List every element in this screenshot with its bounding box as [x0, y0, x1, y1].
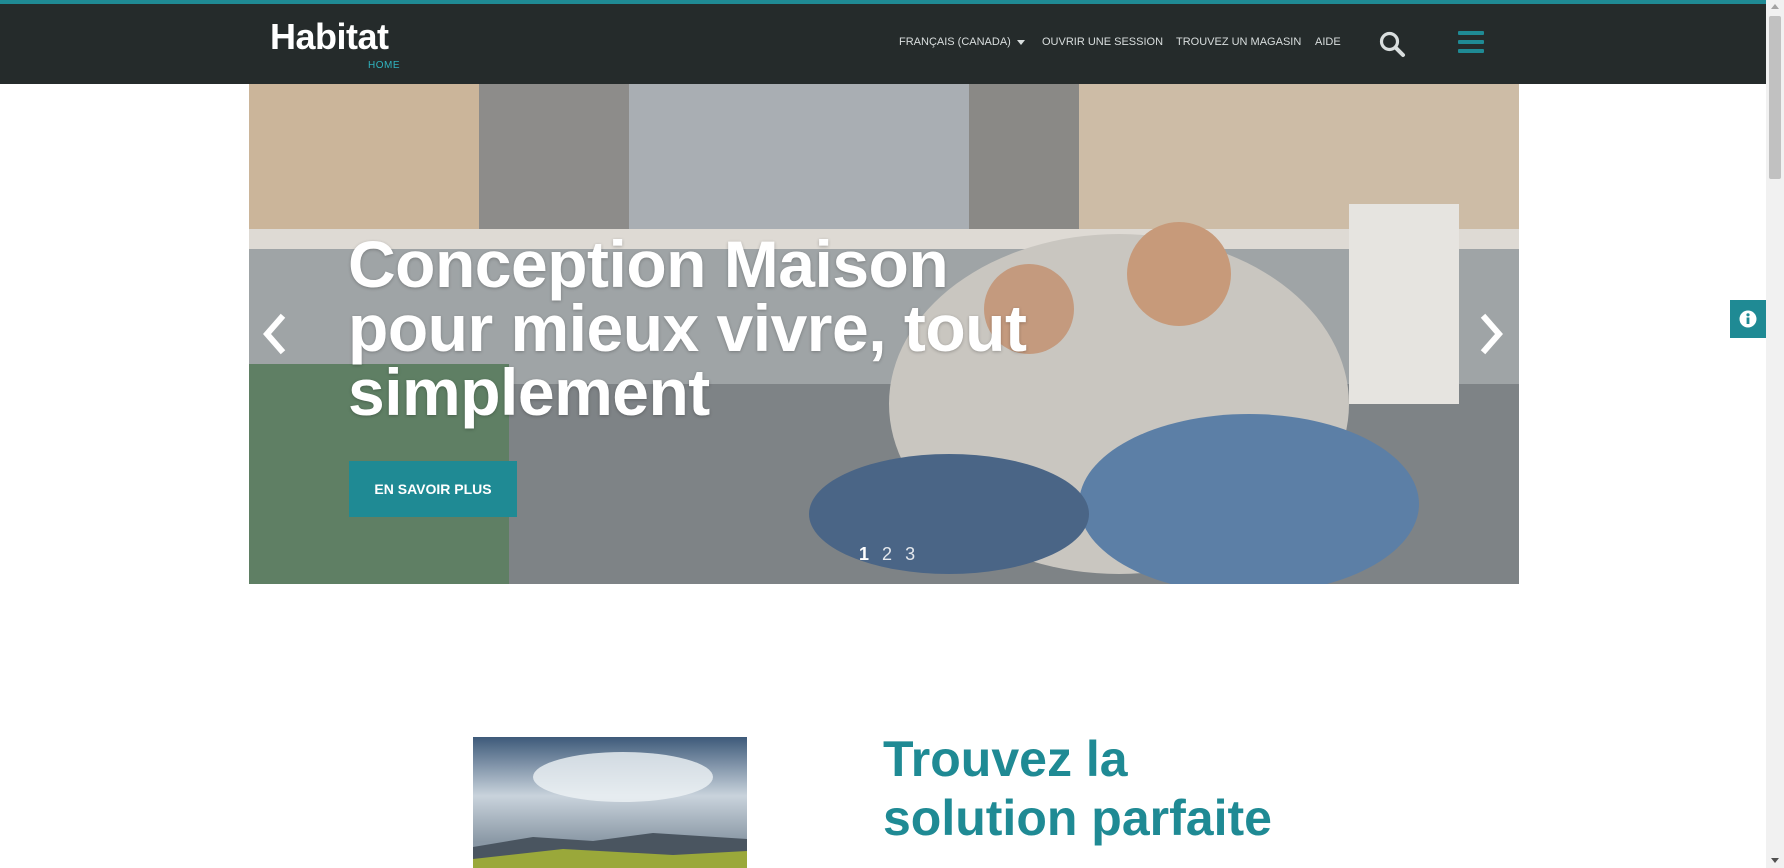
- scrollbar-thumb[interactable]: [1769, 16, 1781, 179]
- language-label: FRANÇAIS (CANADA): [899, 36, 1011, 48]
- hamburger-menu-icon[interactable]: [1458, 30, 1484, 54]
- site-header: Habitat HOME FRANÇAIS (CANADA) OUVRIR UN…: [0, 4, 1766, 84]
- slide-indicator-3[interactable]: 3: [905, 544, 915, 565]
- scroll-up-icon[interactable]: [1771, 4, 1779, 9]
- logo-subtext: HOME: [368, 60, 400, 71]
- chevron-right-icon[interactable]: [1477, 312, 1507, 356]
- section-heading: Trouvez la solution parfaite: [883, 731, 1272, 846]
- language-selector[interactable]: FRANÇAIS (CANADA): [899, 36, 1025, 48]
- slide-indicator-1[interactable]: 1: [859, 544, 869, 565]
- chevron-left-icon[interactable]: [259, 312, 289, 356]
- store-locator-link[interactable]: TROUVEZ UN MAGASIN: [1176, 36, 1301, 48]
- login-link[interactable]: OUVRIR UNE SESSION: [1042, 36, 1163, 48]
- habitat-logo[interactable]: Habitat HOME: [270, 16, 430, 71]
- logo-text: Habitat: [270, 16, 389, 57]
- info-icon: [1739, 310, 1757, 328]
- info-tab-button[interactable]: [1730, 300, 1766, 338]
- learn-more-button[interactable]: EN SAVOIR PLUS: [349, 461, 517, 517]
- slide-indicator-2[interactable]: 2: [882, 544, 892, 565]
- landscape-image: [473, 737, 747, 868]
- search-icon[interactable]: [1378, 30, 1406, 58]
- help-link[interactable]: AIDE: [1315, 36, 1341, 48]
- page-scrollbar[interactable]: [1766, 0, 1784, 868]
- carousel-pagination: 1 2 3: [859, 544, 923, 565]
- hero-title: Conception Maison pour mieux vivre, tout…: [348, 227, 1027, 429]
- scroll-down-icon[interactable]: [1771, 858, 1779, 863]
- caret-down-icon: [1016, 39, 1025, 45]
- hero-carousel: Conception Maison pour mieux vivre, tout…: [249, 84, 1519, 584]
